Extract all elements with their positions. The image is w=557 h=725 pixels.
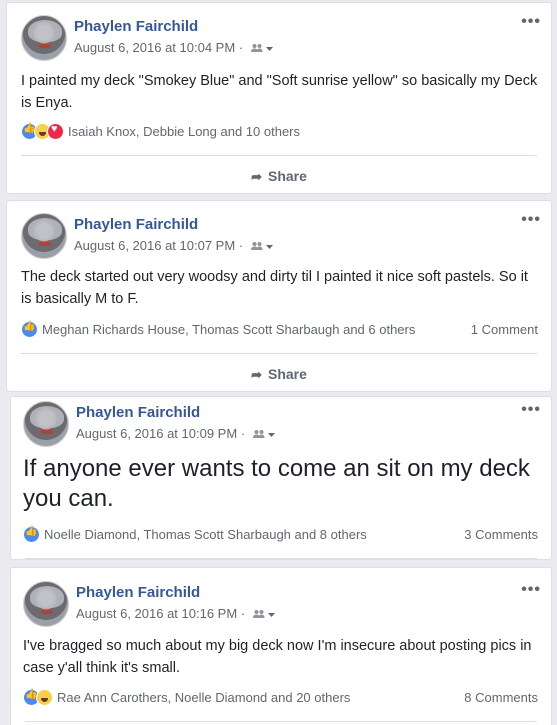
timestamp[interactable]: August 6, 2016 at 10:09 PM <box>76 426 237 441</box>
timestamp[interactable]: August 6, 2016 at 10:04 PM <box>74 40 235 55</box>
separator: · <box>240 426 246 441</box>
love-reaction-icon <box>47 123 64 140</box>
friends-icon[interactable] <box>252 427 275 442</box>
separator: · <box>240 606 246 621</box>
more-options-button[interactable]: ••• <box>521 211 541 229</box>
share-button[interactable]: ➦ Share <box>7 366 551 383</box>
reaction-names[interactable]: Rae Ann Carothers, Noelle Diamond and 20… <box>57 690 350 705</box>
post-meta: August 6, 2016 at 10:07 PM · <box>74 238 273 254</box>
comments-count[interactable]: 1 Comment <box>471 322 538 337</box>
author-name[interactable]: Phaylen Fairchild <box>76 584 200 601</box>
reaction-names[interactable]: Isaiah Knox, Debbie Long and 10 others <box>68 124 300 139</box>
avatar[interactable] <box>21 15 67 61</box>
post-text: The deck started out very woodsy and dir… <box>21 269 528 307</box>
avatar[interactable] <box>23 581 69 627</box>
post-meta: August 6, 2016 at 10:16 PM · <box>76 606 275 622</box>
separator: · <box>238 238 244 253</box>
more-options-button[interactable]: ••• <box>521 401 541 419</box>
author-name[interactable]: Phaylen Fairchild <box>76 404 200 421</box>
divider <box>21 155 537 156</box>
avatar[interactable] <box>23 401 69 447</box>
friends-icon[interactable] <box>250 239 273 254</box>
timestamp[interactable]: August 6, 2016 at 10:07 PM <box>74 238 235 253</box>
comments-count[interactable]: 8 Comments <box>464 690 538 705</box>
reaction-names[interactable]: Meghan Richards House, Thomas Scott Shar… <box>42 322 415 337</box>
post: Phaylen Fairchild August 6, 2016 at 10:0… <box>6 2 552 194</box>
share-button[interactable]: ➦ Share <box>7 168 551 185</box>
avatar[interactable] <box>21 213 67 259</box>
more-options-button[interactable]: ••• <box>521 581 541 599</box>
reaction-names[interactable]: Noelle Diamond, Thomas Scott Sharbaugh a… <box>44 527 367 542</box>
post-meta: August 6, 2016 at 10:04 PM · <box>74 40 273 56</box>
post: Phaylen Fairchild August 6, 2016 at 10:1… <box>10 567 552 725</box>
share-label: Share <box>267 366 307 382</box>
share-label: Share <box>267 168 307 184</box>
reactions-bar[interactable]: Noelle Diamond, Thomas Scott Sharbaugh a… <box>23 526 367 543</box>
like-reaction-icon <box>21 321 38 338</box>
more-options-button[interactable]: ••• <box>521 13 541 31</box>
post: Phaylen Fairchild August 6, 2016 at 10:0… <box>10 396 552 560</box>
reactions-bar[interactable]: Meghan Richards House, Thomas Scott Shar… <box>21 321 415 338</box>
author-name[interactable]: Phaylen Fairchild <box>74 18 198 35</box>
divider <box>21 353 537 354</box>
reactions-bar[interactable]: Rae Ann Carothers, Noelle Diamond and 20… <box>23 689 350 706</box>
author-name[interactable]: Phaylen Fairchild <box>74 216 198 233</box>
haha-reaction-icon <box>36 689 53 706</box>
separator: · <box>238 40 244 55</box>
post: Phaylen Fairchild August 6, 2016 at 10:0… <box>6 200 552 392</box>
reactions-bar[interactable]: Isaiah Knox, Debbie Long and 10 others <box>21 123 300 140</box>
share-arrow-icon: ➦ <box>251 169 262 184</box>
comments-count[interactable]: 3 Comments <box>464 527 538 542</box>
divider <box>25 721 537 722</box>
share-arrow-icon: ➦ <box>251 367 262 382</box>
friends-icon[interactable] <box>250 41 273 56</box>
timestamp[interactable]: August 6, 2016 at 10:16 PM <box>76 606 237 621</box>
post-meta: August 6, 2016 at 10:09 PM · <box>76 426 275 442</box>
divider <box>25 558 537 559</box>
post-text: I've bragged so much about my big deck n… <box>23 638 532 676</box>
post-text: If anyone ever wants to come an sit on m… <box>23 455 530 512</box>
post-text: I painted my deck "Smokey Blue" and "Sof… <box>21 73 538 111</box>
friends-icon[interactable] <box>252 607 275 622</box>
like-reaction-icon <box>23 526 40 543</box>
